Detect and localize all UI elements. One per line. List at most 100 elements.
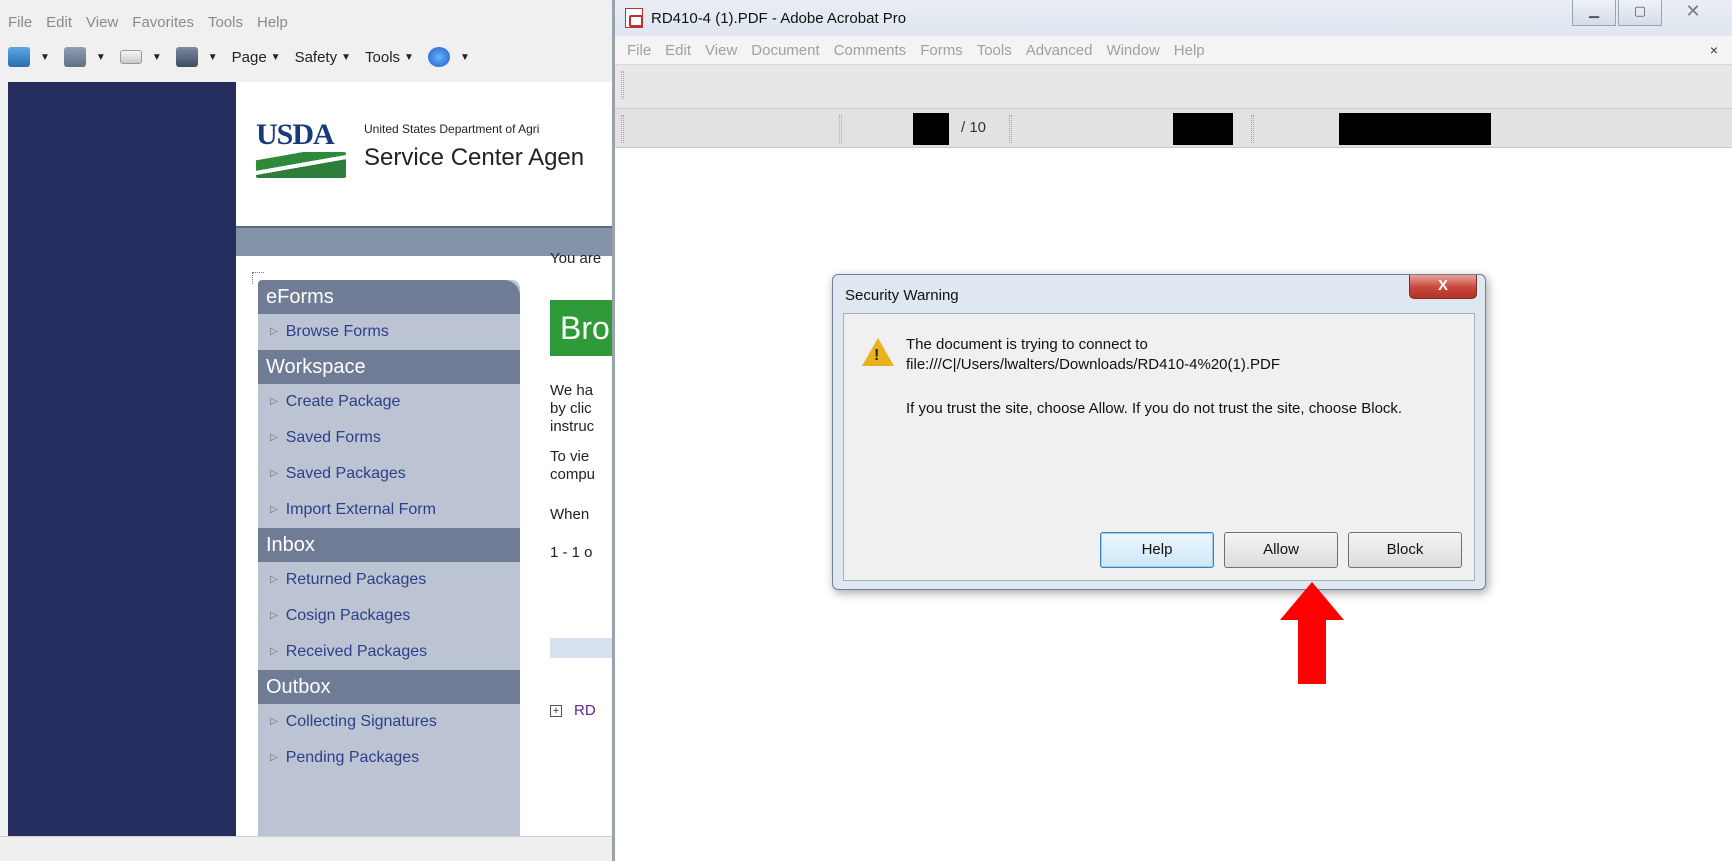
printer-icon [175, 47, 198, 67]
acro-menu-tools[interactable]: Tools [977, 42, 1012, 59]
ie-menu-help[interactable]: Help [257, 14, 288, 31]
triangle-right-icon: ▷ [270, 752, 278, 763]
window-title: RD410-4 (1).PDF - Adobe Acrobat Pro [651, 9, 907, 27]
close-document-button[interactable]: × [1710, 42, 1718, 58]
eforms-sidebar: eForms ▷ Browse Forms Workspace ▷ Create P… [258, 280, 520, 836]
acrobat-toolbar-navigation: / 10 [615, 108, 1732, 148]
help-menu-button[interactable]: ▼ [427, 47, 470, 67]
section-eforms: eForms [258, 280, 520, 314]
acro-menu-view[interactable]: View [705, 42, 737, 59]
acro-menu-help[interactable]: Help [1174, 42, 1205, 59]
acro-menu-comments[interactable]: Comments [834, 42, 907, 59]
allow-button[interactable]: Allow [1224, 532, 1338, 568]
nav-pending-packages[interactable]: ▷ Pending Packages [258, 740, 520, 776]
acro-menu-edit[interactable]: Edit [665, 42, 691, 59]
page-number-field-redacted[interactable] [913, 113, 949, 145]
ie-menu-tools[interactable]: Tools [208, 14, 243, 31]
triangle-right-icon: ▷ [270, 610, 278, 621]
acrobat-toolbar-top [615, 64, 1732, 108]
triangle-right-icon: ▷ [270, 432, 278, 443]
home-button[interactable]: ▼ [8, 47, 50, 67]
nav-cosign-packages[interactable]: ▷ Cosign Packages [258, 598, 520, 634]
security-warning-dialog: Security Warning X ! The document is try… [832, 274, 1486, 590]
feeds-button[interactable]: ▼ [63, 47, 106, 67]
nav-create-package[interactable]: ▷ Create Package [258, 384, 520, 420]
block-button[interactable]: Block [1348, 532, 1462, 568]
dialog-message-line1: The document is trying to connect to [906, 336, 1148, 353]
para1-line3: instruc [550, 418, 595, 435]
para2-line1: To vie [550, 448, 590, 465]
para1-line1: We ha [550, 382, 594, 399]
minimize-button[interactable]: ▁ [1572, 0, 1616, 26]
window-controls: ▁ ▢ ✕ [1570, 0, 1722, 26]
home-icon [8, 47, 30, 67]
nav-browse-forms[interactable]: ▷ Browse Forms [258, 314, 520, 350]
nav-collecting-signatures[interactable]: ▷ Collecting Signatures [258, 704, 520, 740]
help-icon [427, 47, 450, 67]
toolbar-redacted-block [1339, 113, 1491, 145]
page-heading: Bro [550, 300, 620, 356]
expand-plus-icon[interactable]: + [550, 705, 562, 718]
para2-line2: compu [550, 466, 596, 483]
table-header-row [550, 638, 612, 658]
triangle-right-icon: ▷ [270, 574, 278, 585]
triangle-right-icon: ▷ [270, 716, 278, 727]
para1-line2: by clic [550, 400, 592, 417]
arrow-head [1280, 582, 1344, 620]
nav-returned-packages[interactable]: ▷ Returned Packages [258, 562, 520, 598]
ie-page-content: USDA United States Department of Agri Se… [236, 82, 620, 836]
toolbar-grip[interactable] [621, 71, 624, 99]
nav-saved-packages[interactable]: ▷ Saved Packages [258, 456, 520, 492]
usda-logo: USDA [256, 118, 346, 178]
section-inbox: Inbox [258, 528, 520, 562]
ie-menu-view[interactable]: View [86, 14, 118, 31]
when-text: When [550, 506, 590, 523]
mail-icon [119, 50, 142, 64]
dialog-close-button[interactable]: X [1409, 275, 1477, 299]
dialog-message-instruction: If you trust the site, choose Allow. If … [906, 400, 1403, 417]
acrobat-menubar: File Edit View Document Comments Forms T… [615, 36, 1732, 64]
warning-exclamation: ! [874, 347, 880, 364]
ie-menubar: File Edit View Favorites Tools Help [0, 8, 612, 36]
ie-window: File Edit View Favorites Tools Help ▼ ▼ … [0, 0, 620, 861]
you-are-text: You are [550, 250, 602, 267]
ie-command-bar: ▼ ▼ ▼ ▼ Page ▼ Safety ▼ Tools ▼ ▼ [0, 36, 612, 78]
rss-feed-icon [63, 47, 86, 67]
department-name: United States Department of Agri [364, 122, 540, 136]
page-menu-button[interactable]: Page ▼ [232, 49, 281, 66]
toolbar-grip[interactable] [839, 115, 842, 143]
mail-button[interactable]: ▼ [119, 50, 162, 64]
package-link[interactable]: + RD [550, 702, 596, 719]
usda-logo-waves [256, 152, 346, 178]
ie-menu-edit[interactable]: Edit [46, 14, 72, 31]
dialog-title: Security Warning [845, 287, 959, 304]
triangle-right-icon: ▷ [270, 326, 278, 337]
section-workspace: Workspace [258, 350, 520, 384]
toolbar-grip[interactable] [1009, 115, 1012, 143]
ie-menu-favorites[interactable]: Favorites [132, 14, 194, 31]
agency-name: Service Center Agen [364, 144, 585, 171]
tools-menu-button[interactable]: Tools ▼ [365, 49, 414, 66]
triangle-right-icon: ▷ [270, 504, 278, 515]
print-button[interactable]: ▼ [175, 47, 218, 67]
page-total: / 10 [961, 119, 987, 136]
safety-menu-button[interactable]: Safety ▼ [295, 49, 351, 66]
page-left-margin [8, 82, 236, 836]
toolbar-grip[interactable] [1251, 115, 1254, 143]
window-close-button[interactable]: ✕ [1664, 0, 1722, 26]
red-arrow-annotation [1280, 582, 1344, 684]
acro-menu-advanced[interactable]: Advanced [1026, 42, 1093, 59]
help-button[interactable]: Help [1100, 532, 1214, 568]
maximize-button[interactable]: ▢ [1618, 0, 1662, 26]
nav-import-external-form[interactable]: ▷ Import External Form [258, 492, 520, 528]
dialog-message-url: file:///C|/Users/lwalters/Downloads/RD41… [906, 356, 1281, 373]
nav-saved-forms[interactable]: ▷ Saved Forms [258, 420, 520, 456]
acro-menu-file[interactable]: File [627, 42, 651, 59]
pager-text: 1 - 1 o [550, 544, 593, 561]
nav-received-packages[interactable]: ▷ Received Packages [258, 634, 520, 670]
acro-menu-window[interactable]: Window [1106, 42, 1159, 59]
ie-menu-file[interactable]: File [8, 14, 32, 31]
toolbar-grip[interactable] [621, 115, 624, 143]
acro-menu-document[interactable]: Document [751, 42, 819, 59]
acro-menu-forms[interactable]: Forms [920, 42, 963, 59]
